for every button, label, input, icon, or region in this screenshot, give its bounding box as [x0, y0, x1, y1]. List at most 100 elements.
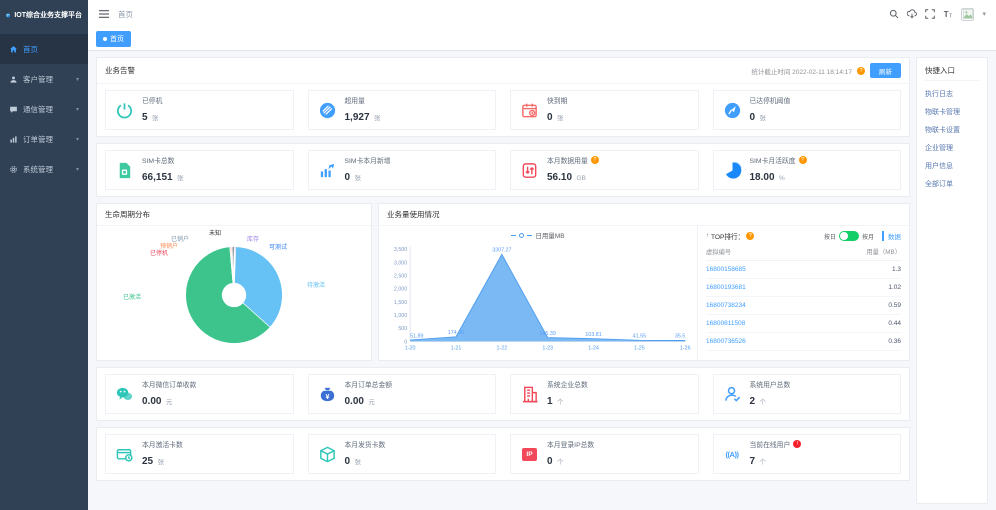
area-chart: 0 500 1,000 1,500 2,000 2,500 3,000 3,500 1-20 1-… — [394, 246, 691, 352]
refresh-button[interactable]: 刷新 — [870, 63, 901, 78]
stat-card-enterprises: 系统企业总数 1 个 — [510, 374, 699, 414]
stat-card-overuse: 超用量 1,927 张 — [307, 90, 496, 130]
day-month-toggle[interactable] — [838, 231, 859, 241]
toggle-month-label[interactable]: 按月 — [862, 232, 874, 241]
user-menu-caret-icon[interactable]: ▾ — [982, 10, 986, 18]
virtual-id-link[interactable]: 16800736526 — [706, 338, 746, 345]
svg-text:T: T — [950, 14, 953, 19]
help-badge-icon[interactable]: ? — [857, 66, 865, 75]
svg-text:1-26: 1-26 — [680, 346, 691, 352]
stat-card-activated-cards: 本月激活卡数 25 张 — [105, 434, 294, 474]
stat-value: 0 — [344, 172, 351, 183]
help-badge-icon[interactable]: ? — [590, 156, 599, 164]
power-icon — [114, 100, 135, 121]
sidebar-item-communication[interactable]: 通信管理 ▾ — [0, 94, 88, 124]
stat-value: 0 — [547, 456, 553, 467]
stat-unit: 个 — [759, 459, 767, 466]
tab-home[interactable]: 首页 — [96, 31, 131, 47]
toggle-day-label[interactable]: 按日 — [824, 232, 836, 241]
main-zone: 首页 TT ▾ 首页 业务告警 统计截止时间 2022-02-11 18:14:… — [88, 0, 996, 510]
sidebar-item-label: 通信管理 — [23, 104, 53, 114]
stat-label: 当前在线用户 — [749, 442, 791, 449]
chevron-down-icon: ▾ — [75, 136, 79, 143]
alert-badge-icon[interactable]: ! — [793, 440, 802, 448]
donut-label: 已激活 — [123, 295, 142, 301]
alerts-header: 业务告警 统计截止时间 2022-02-11 18:14:17 ? 刷新 — [97, 58, 909, 84]
table-row: 16800158685 1.3 — [706, 261, 901, 279]
donut-chart — [185, 246, 283, 344]
stat-value: 18.00 — [749, 172, 775, 183]
quick-link-all-orders[interactable]: 全部订单 — [925, 179, 979, 189]
gear-icon — [10, 165, 17, 173]
stat-value: 0 — [547, 112, 553, 123]
stat-unit: GB — [576, 175, 586, 182]
threshold-compass-icon — [722, 100, 743, 121]
quick-entry-panel: 快捷入口 执行日志 物联卡管理 物联卡设置 企业管理 用户信息 全部订单 — [916, 57, 988, 504]
breadcrumb: 首页 — [118, 9, 133, 19]
virtual-id-link[interactable]: 16800158685 — [706, 266, 746, 273]
stat-card-threshold: 已达停机阈值 0 张 — [712, 90, 901, 130]
data-link[interactable]: 数据 — [882, 231, 901, 241]
help-badge-icon[interactable]: ? — [798, 156, 807, 164]
stat-card-sim-active-rate: SIM卡月活跃度? 18.00 % — [712, 150, 901, 190]
legend-marker-icon — [519, 232, 525, 238]
message-icon — [10, 106, 17, 113]
search-icon[interactable] — [889, 9, 899, 19]
lifecycle-panel: 生命周期分布 已销户 预销户 已停机 未知 库存 可测试 待激活 已激活 — [96, 203, 372, 375]
virtual-id-link[interactable]: 16800193681 — [706, 284, 746, 291]
virtual-id-link[interactable]: 16800738234 — [706, 302, 746, 309]
svg-text:35.5: 35.5 — [675, 334, 685, 340]
svg-text:2,500: 2,500 — [394, 274, 407, 280]
sidebar-item-label: 客户管理 — [23, 74, 53, 84]
stat-value: 5 — [142, 112, 148, 123]
svg-text:1-24: 1-24 — [588, 346, 599, 352]
svg-text:T: T — [944, 10, 949, 19]
stat-label: SIM卡月活跃度 — [749, 158, 796, 165]
font-size-icon[interactable]: TT — [943, 9, 953, 19]
usage-panel: 业务量使用情况 日用量MB 0 500 1,000 1,500 2,000 2,500 3,… — [378, 203, 910, 361]
stat-card-shipped-cards: 本月发货卡数 0 张 — [307, 434, 496, 474]
sidebar: IOT综合业务支撑平台 首页 客户管理 ▾ 通信管理 ▾ 订单管理 ▾ 系统管理… — [0, 0, 88, 510]
help-badge-icon[interactable]: ? — [746, 232, 755, 240]
collapse-sidebar-icon[interactable] — [98, 9, 110, 19]
stat-label: 本月微信订单收款 — [142, 382, 197, 389]
cloud-download-icon[interactable] — [907, 9, 918, 19]
quick-link-enterprise-mgmt[interactable]: 企业管理 — [925, 143, 979, 153]
sidebar-item-label: 系统管理 — [23, 164, 53, 174]
stat-card-sim-total: SIM卡总数 66,151 张 — [105, 150, 294, 190]
main-column: 业务告警 统计截止时间 2022-02-11 18:14:17 ? 刷新 已停机… — [96, 57, 910, 504]
sidebar-item-customers[interactable]: 客户管理 ▾ — [0, 64, 88, 94]
table-row: 16800193681 1.02 — [706, 279, 901, 297]
sidebar-item-orders[interactable]: 订单管理 ▾ — [0, 124, 88, 154]
usage-value: 0.44 — [888, 320, 901, 327]
sidebar-item-system[interactable]: 系统管理 ▾ — [0, 154, 88, 184]
stat-card-online-users: ((A)) 当前在线用户! 7 个 — [712, 434, 901, 474]
fullscreen-icon[interactable] — [925, 9, 936, 19]
usage-legend[interactable]: 日用量MB — [383, 228, 693, 242]
stat-card-expiring: 快到期 0 张 — [510, 90, 699, 130]
stat-unit: 个 — [557, 459, 564, 466]
stat-card-login-ips: IP 本月登录IP总数 0 个 — [510, 434, 699, 474]
top-rank-panel: ↑ TOP排行： ? 按日 按月 数据 虚拟编号 用量（MB） 16800158… — [697, 226, 909, 360]
stat-value: 1 — [547, 396, 553, 407]
quick-link-iot-card-settings[interactable]: 物联卡设置 — [925, 125, 979, 135]
online-signal-icon: ((A)) — [725, 449, 739, 459]
svg-text:¥: ¥ — [325, 392, 329, 400]
sim-stats-panel: SIM卡总数 66,151 张 SIM卡本月新增 0 张 本月数据用量 ? 56… — [96, 143, 910, 197]
stat-value: 0 — [749, 112, 756, 123]
quick-link-user-info[interactable]: 用户信息 — [925, 161, 979, 171]
quick-link-iot-card-mgmt[interactable]: 物联卡管理 — [925, 107, 979, 117]
avatar[interactable] — [961, 7, 975, 21]
usage-legend-label: 日用量MB — [535, 233, 565, 240]
quick-link-exec-log[interactable]: 执行日志 — [925, 89, 979, 99]
svg-text:500: 500 — [398, 326, 407, 332]
image-placeholder-icon — [963, 9, 973, 19]
stat-card-stopped: 已停机 5 张 — [105, 90, 294, 130]
top-navbar: 首页 TT ▾ — [88, 0, 996, 28]
virtual-id-link[interactable]: 16800811508 — [706, 320, 745, 327]
sidebar-item-home[interactable]: 首页 — [0, 34, 88, 64]
data-usage-icon — [519, 160, 540, 181]
chevron-down-icon: ▾ — [75, 166, 79, 173]
top-table-header: 虚拟编号 用量（MB） — [706, 241, 901, 261]
lifecycle-chart: 已销户 预销户 已停机 未知 库存 可测试 待激活 已激活 — [97, 226, 371, 362]
